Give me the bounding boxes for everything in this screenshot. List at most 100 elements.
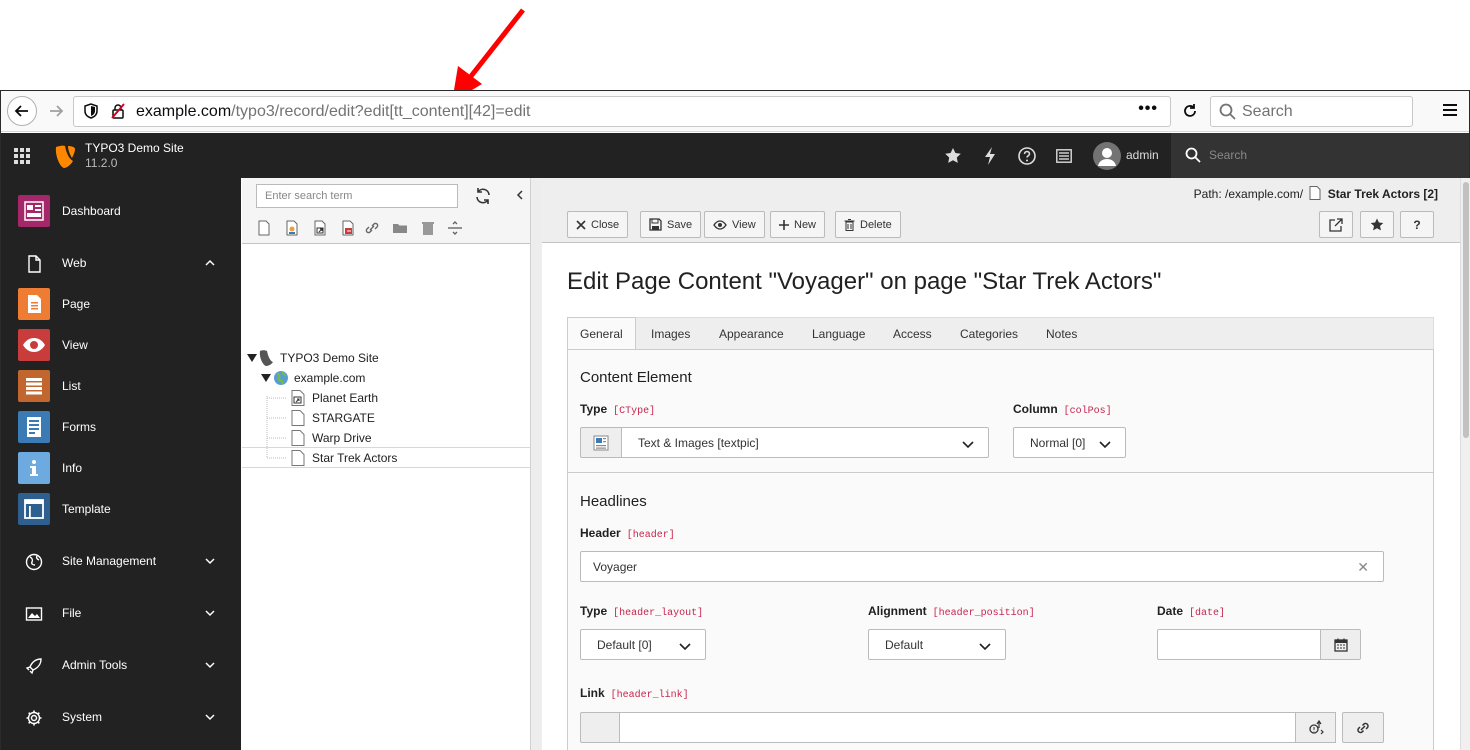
page-tree-panel: Enter search term TYPO3 Demo Site exampl… bbox=[242, 178, 542, 750]
forward-button[interactable] bbox=[41, 96, 71, 126]
header-position-select[interactable]: Default bbox=[868, 629, 1006, 660]
module-forms[interactable]: Forms bbox=[1, 407, 241, 447]
page-icon bbox=[1309, 186, 1321, 200]
tree-page-node[interactable]: Planet Earth bbox=[291, 388, 527, 408]
tab-categories[interactable]: Categories bbox=[948, 318, 1030, 350]
link-icon[interactable] bbox=[364, 220, 380, 236]
back-button[interactable] bbox=[7, 96, 37, 126]
dashboard-icon bbox=[18, 195, 50, 227]
path-page[interactable]: Star Trek Actors [2] bbox=[1328, 187, 1438, 201]
refresh-icon[interactable] bbox=[474, 187, 492, 205]
tree-page-node-selected[interactable]: Star Trek Actors bbox=[291, 448, 527, 468]
colpos-label: Column [colPos] bbox=[1013, 402, 1112, 417]
tree-site-node[interactable]: example.com bbox=[261, 368, 527, 388]
avatar[interactable] bbox=[1093, 142, 1121, 170]
system-info-list-icon[interactable] bbox=[1054, 146, 1074, 166]
tab-general[interactable]: General bbox=[567, 317, 636, 350]
tree-page-node[interactable]: Warp Drive bbox=[291, 428, 527, 448]
arrow-right-icon bbox=[50, 105, 64, 117]
module-group-web[interactable]: Web bbox=[1, 243, 241, 283]
rocket-icon bbox=[25, 658, 42, 675]
spacer-divider-icon[interactable] bbox=[447, 220, 463, 236]
search-icon bbox=[1219, 103, 1236, 120]
ctype-select[interactable]: Text & Images [textpic] bbox=[621, 427, 989, 458]
user-name[interactable]: admin bbox=[1126, 148, 1159, 162]
save-button[interactable]: Save bbox=[640, 211, 702, 238]
tab-images[interactable]: Images bbox=[639, 318, 702, 350]
module-label: View bbox=[62, 338, 88, 352]
url-bar[interactable]: example.com/typo3/record/edit?edit[tt_co… bbox=[73, 96, 1171, 127]
date-input[interactable] bbox=[1157, 629, 1321, 660]
hamburger-menu-icon[interactable] bbox=[1442, 102, 1458, 118]
page-actions-icon[interactable]: ••• bbox=[1138, 100, 1158, 118]
module-group-system[interactable]: System bbox=[1, 697, 241, 737]
new-backend-user-page-icon[interactable] bbox=[284, 220, 300, 236]
module-group-admin-tools[interactable]: Admin Tools bbox=[1, 645, 241, 685]
section-title-headlines: Headlines bbox=[580, 493, 647, 510]
header-layout-label: Type [header_layout] bbox=[580, 604, 703, 619]
tree-resize-handle[interactable] bbox=[530, 178, 542, 750]
caret-down-icon[interactable] bbox=[261, 373, 271, 383]
clear-input-icon[interactable]: ✕ bbox=[1357, 559, 1369, 576]
module-list[interactable]: List bbox=[1, 366, 241, 406]
caret-down-icon[interactable] bbox=[247, 353, 257, 363]
module-info[interactable]: Info bbox=[1, 448, 241, 488]
field-label-text: Column bbox=[1013, 402, 1058, 416]
tree-root-node[interactable]: TYPO3 Demo Site bbox=[247, 348, 527, 368]
header-link-input[interactable] bbox=[619, 712, 1296, 743]
topbar-search[interactable]: Search bbox=[1171, 133, 1469, 178]
reload-button[interactable] bbox=[1177, 97, 1203, 125]
module-grid-icon[interactable] bbox=[14, 148, 30, 164]
header-input[interactable]: Voyager ✕ bbox=[580, 551, 1384, 582]
module-label: List bbox=[62, 379, 81, 393]
tab-appearance[interactable]: Appearance bbox=[707, 318, 796, 350]
tab-label: General bbox=[580, 327, 623, 341]
content-scrollbar[interactable] bbox=[1460, 178, 1470, 750]
help-button[interactable]: ? bbox=[1400, 211, 1434, 238]
close-button[interactable]: Close bbox=[567, 211, 629, 238]
new-shortcut-page-icon[interactable] bbox=[312, 220, 328, 236]
flash-clear-cache-icon[interactable] bbox=[980, 146, 1000, 166]
link-explanation-button[interactable] bbox=[1295, 712, 1336, 743]
folder-icon[interactable] bbox=[392, 220, 408, 236]
module-group-site-management[interactable]: Site Management bbox=[1, 541, 241, 581]
tab-language[interactable]: Language bbox=[800, 318, 877, 350]
tree-page-node[interactable]: STARGATE bbox=[291, 408, 527, 428]
field-key: [date] bbox=[1189, 608, 1226, 619]
date-picker-button[interactable] bbox=[1320, 629, 1361, 660]
bookmark-button[interactable] bbox=[1360, 211, 1394, 238]
colpos-select[interactable]: Normal [0] bbox=[1013, 427, 1126, 458]
module-page[interactable]: Page bbox=[1, 284, 241, 324]
module-template[interactable]: Template bbox=[1, 489, 241, 529]
header-layout-select[interactable]: Default [0] bbox=[580, 629, 706, 660]
new-button[interactable]: New bbox=[770, 211, 826, 238]
chevron-down-icon bbox=[979, 643, 991, 651]
site-title[interactable]: TYPO3 Demo Site bbox=[85, 141, 184, 155]
new-page-icon[interactable] bbox=[256, 220, 272, 236]
insecure-lock-icon[interactable] bbox=[110, 103, 126, 119]
help-circle-icon[interactable] bbox=[1017, 146, 1037, 166]
tab-label: Appearance bbox=[719, 327, 784, 341]
image-icon bbox=[25, 607, 43, 621]
url-text[interactable]: example.com/typo3/record/edit?edit[tt_co… bbox=[136, 103, 530, 121]
recycler-trash-icon[interactable] bbox=[420, 220, 436, 236]
tab-access[interactable]: Access bbox=[881, 318, 944, 350]
link-browser-button[interactable] bbox=[1342, 712, 1384, 743]
tab-notes[interactable]: Notes bbox=[1034, 318, 1089, 350]
module-view[interactable]: View bbox=[1, 325, 241, 365]
view-button[interactable]: View bbox=[704, 211, 765, 238]
typo3-logo-icon[interactable] bbox=[54, 144, 76, 168]
browser-search-box[interactable]: Search bbox=[1210, 96, 1413, 127]
module-group-label: Web bbox=[62, 256, 87, 270]
module-group-file[interactable]: File bbox=[1, 593, 241, 633]
module-dashboard[interactable]: Dashboard bbox=[1, 191, 241, 231]
delete-button[interactable]: Delete bbox=[835, 211, 901, 238]
chevron-left-icon[interactable] bbox=[514, 189, 526, 201]
new-link-page-icon[interactable] bbox=[340, 220, 356, 236]
tree-search-input[interactable]: Enter search term bbox=[256, 184, 458, 208]
bookmark-star-icon[interactable] bbox=[943, 146, 963, 166]
scrollbar-thumb[interactable] bbox=[1463, 182, 1469, 438]
chevron-down-icon bbox=[205, 714, 215, 721]
open-new-window-button[interactable] bbox=[1319, 211, 1353, 238]
shield-icon[interactable] bbox=[84, 103, 98, 119]
